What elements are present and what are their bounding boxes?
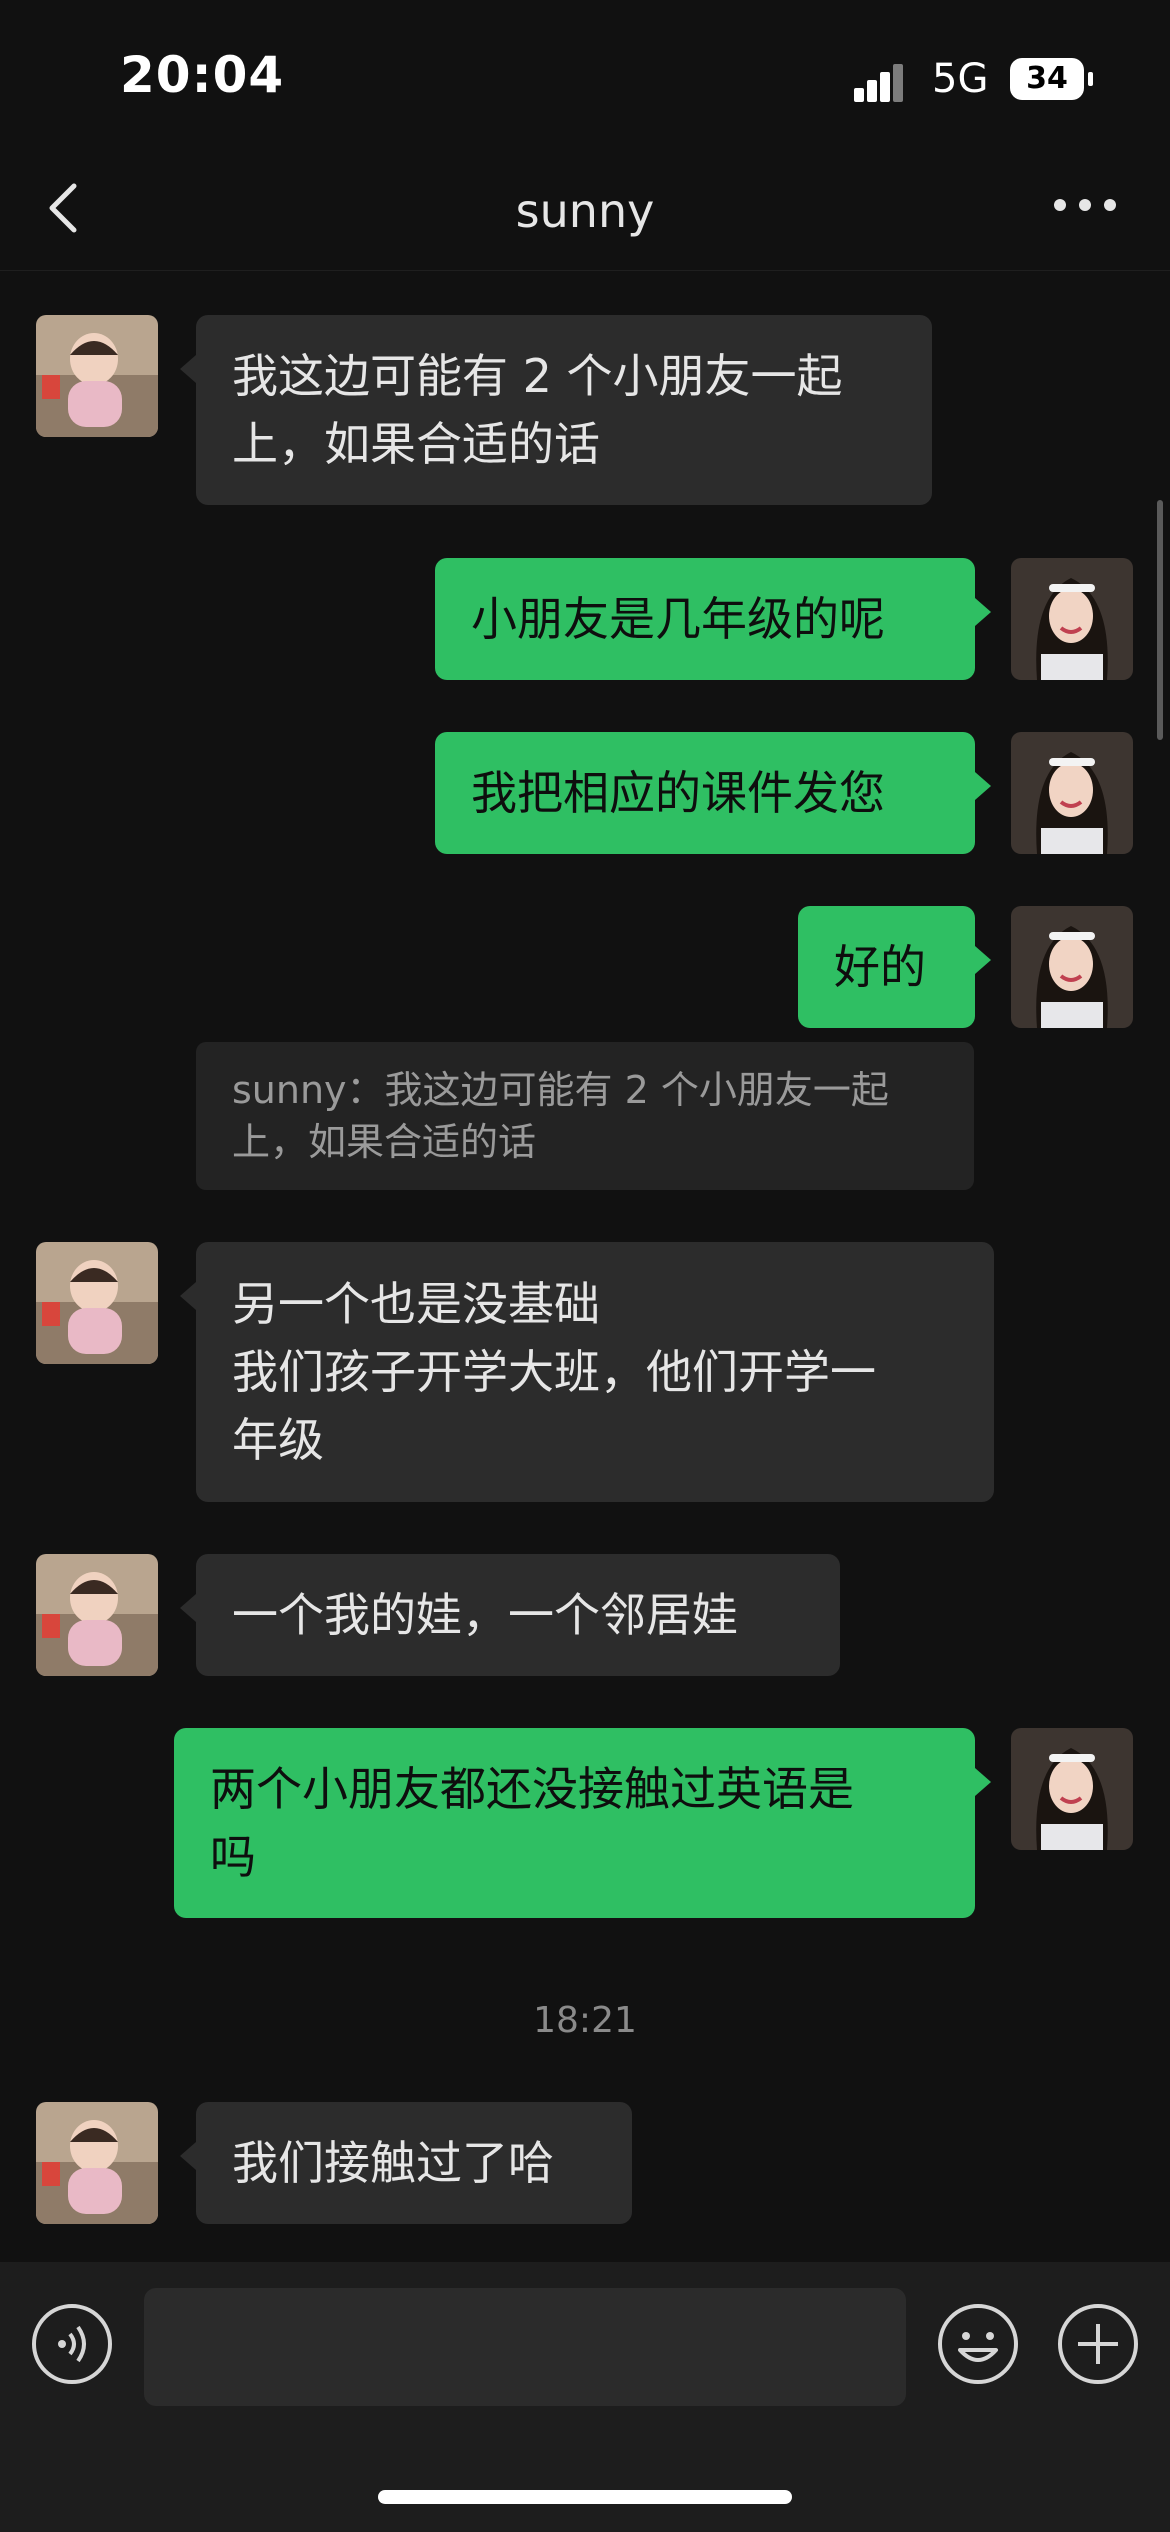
message-line: 上，如果合适的话 — [232, 417, 600, 471]
chat-title: sunny — [515, 184, 655, 238]
message-bubble-outgoing[interactable]: 我把相应的课件发您 — [435, 732, 991, 854]
avatar[interactable] — [36, 1242, 158, 1364]
my-avatar[interactable] — [1011, 732, 1133, 854]
portrait-avatar-icon — [1011, 906, 1133, 1028]
emoji-button[interactable] — [936, 2302, 1020, 2386]
avatar[interactable] — [36, 2102, 158, 2224]
quote-line: sunny：我这边可能有 2 个小朋友一起 — [232, 1068, 889, 1112]
voice-icon — [32, 2304, 112, 2384]
message-line: 吗 — [210, 1830, 256, 1884]
message-bubble-incoming[interactable]: 我这边可能有 2 个小朋友一起 上，如果合适的话 — [180, 315, 932, 505]
message-bubble-incoming[interactable]: 我们接触过了哈 — [180, 2102, 632, 2224]
scrollbar[interactable] — [1157, 500, 1163, 740]
my-avatar[interactable] — [1011, 906, 1133, 1028]
baby-avatar-icon — [36, 1554, 158, 1676]
emoji-icon — [938, 2304, 1018, 2384]
message-bubble-outgoing[interactable]: 小朋友是几年级的呢 — [435, 558, 991, 680]
battery-icon — [1088, 72, 1093, 86]
my-avatar[interactable] — [1011, 1728, 1133, 1850]
chat-header: sunny — [0, 150, 1170, 271]
message-bubble-incoming[interactable]: 一个我的娃，一个邻居娃 — [180, 1554, 840, 1676]
my-avatar[interactable] — [1011, 558, 1133, 680]
message-line: 我这边可能有 2 个小朋友一起 — [232, 349, 843, 403]
timestamp: 18:21 — [533, 2000, 637, 2041]
battery-level: 34 — [1010, 58, 1084, 100]
status-time: 20:04 — [120, 46, 285, 104]
message-line: 另一个也是没基础 — [232, 1277, 600, 1331]
quote-line: 上，如果合适的话 — [232, 1120, 537, 1164]
message-list[interactable]: 我这边可能有 2 个小朋友一起 上，如果合适的话 小朋友是几年级的呢 我把相应的… — [0, 270, 1170, 2260]
more-button[interactable] — [1050, 190, 1120, 220]
voice-button[interactable] — [30, 2302, 114, 2386]
message-line: 两个小朋友都还没接触过英语是 — [210, 1762, 854, 1816]
message-bubble-incoming[interactable]: 另一个也是没基础 我们孩子开学大班，他们开学一 年级 — [180, 1242, 994, 1502]
plus-icon — [1058, 2304, 1138, 2384]
message-line: 年级 — [232, 1413, 324, 1467]
baby-avatar-icon — [36, 315, 158, 437]
signal-icon — [854, 60, 914, 102]
portrait-avatar-icon — [1011, 732, 1133, 854]
portrait-avatar-icon — [1011, 558, 1133, 680]
message-line: 小朋友是几年级的呢 — [471, 592, 885, 646]
message-input[interactable] — [144, 2288, 906, 2406]
network-type: 5G — [932, 56, 989, 102]
message-line: 好的 — [834, 940, 926, 994]
portrait-avatar-icon — [1011, 1728, 1133, 1850]
message-bubble-outgoing[interactable]: 两个小朋友都还没接触过英语是 吗 — [174, 1728, 991, 1918]
home-indicator[interactable] — [378, 2490, 792, 2504]
more-horizontal-icon — [1054, 199, 1116, 211]
avatar[interactable] — [36, 315, 158, 437]
more-actions-button[interactable] — [1056, 2302, 1140, 2386]
message-line: 一个我的娃，一个邻居娃 — [232, 1588, 738, 1642]
baby-avatar-icon — [36, 2102, 158, 2224]
status-bar: 20:04 5G 34 — [0, 0, 1170, 150]
message-line: 我们接触过了哈 — [232, 2136, 554, 2190]
baby-avatar-icon — [36, 1242, 158, 1364]
message-line: 我把相应的课件发您 — [471, 766, 885, 820]
avatar[interactable] — [36, 1554, 158, 1676]
quoted-message[interactable]: sunny：我这边可能有 2 个小朋友一起 上，如果合适的话 — [196, 1042, 974, 1190]
message-line: 我们孩子开学大班，他们开学一 — [232, 1345, 876, 1399]
message-bubble-outgoing[interactable]: 好的 — [798, 906, 991, 1028]
